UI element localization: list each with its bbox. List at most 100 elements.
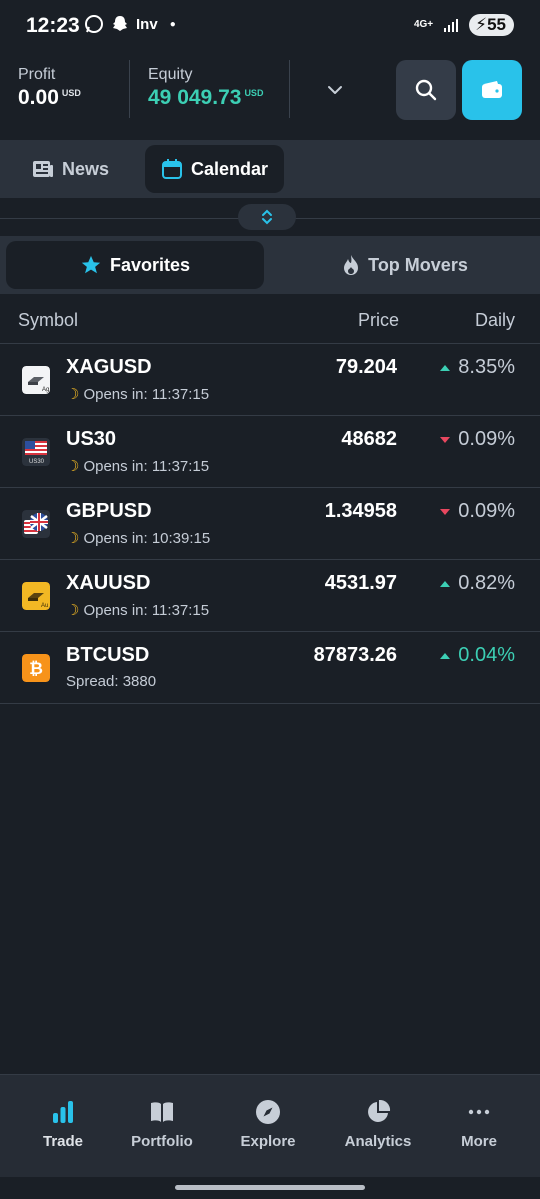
arrow-down-icon <box>440 436 451 443</box>
watchlist-filter-bar: Favorites Top Movers <box>0 236 540 294</box>
equity-unit: USD <box>244 88 264 98</box>
nav-explore-label: Explore <box>240 1133 296 1150</box>
daily-change: 0.82% <box>440 572 515 595</box>
tab-calendar[interactable]: Calendar <box>145 145 285 193</box>
svg-text:Ag: Ag <box>42 387 49 393</box>
uk-us-flag-icon <box>22 510 50 538</box>
wallet-button[interactable] <box>462 60 522 120</box>
whatsapp-icon <box>85 15 103 33</box>
equity-value: 49 049.73 USD <box>148 86 263 110</box>
notification-icons: Inv ● <box>84 14 176 34</box>
svg-text:₿: ₿ <box>29 659 43 679</box>
symbol-name: XAUUSD <box>66 572 151 594</box>
symbol-name: GBPUSD <box>66 500 152 522</box>
book-icon <box>151 1102 173 1122</box>
table-header: Symbol Price Daily <box>0 296 540 344</box>
column-header-daily[interactable]: Daily <box>475 310 515 331</box>
svg-text:Au: Au <box>41 603 48 609</box>
nav-trade-label: Trade <box>42 1133 84 1150</box>
notification-label: Inv <box>136 15 158 33</box>
gold-bar-icon: Au <box>22 582 50 610</box>
profit-block: Profit 0.00 USD <box>18 66 81 110</box>
price-value: 87873.26 <box>313 644 397 666</box>
arrow-up-icon <box>440 580 451 587</box>
content-segment-bar: News Calendar <box>0 140 540 198</box>
timer-text: Opens in: 11:37:15 <box>83 602 210 619</box>
market-open-timer: ☽ Opens in: 11:37:15 <box>66 385 209 403</box>
account-expand-button[interactable] <box>318 76 352 104</box>
signal-icon <box>444 19 459 32</box>
column-header-symbol[interactable]: Symbol <box>18 310 78 331</box>
timer-text: Opens in: 11:37:15 <box>83 458 210 475</box>
status-bar: 12:23 Inv ● 4G+ ⚡55 <box>0 0 540 52</box>
moon-icon: ☽ <box>66 458 80 475</box>
svg-text:US30: US30 <box>29 459 45 465</box>
tab-news[interactable]: News <box>16 145 125 193</box>
collapse-handle[interactable] <box>238 204 296 230</box>
battery-indicator: ⚡55 <box>469 14 514 36</box>
bottom-navigation: Trade Portfolio Explore Analytics More <box>0 1074 540 1177</box>
daily-change-value: 0.09% <box>458 428 515 450</box>
tab-news-label: News <box>62 158 110 179</box>
price-value: 4531.97 <box>324 572 397 594</box>
flame-icon <box>344 255 359 275</box>
equity-amount: 49 049.73 <box>148 86 242 109</box>
market-open-timer: ☽ Opens in: 11:37:15 <box>66 457 209 475</box>
dot-icon: ● <box>169 18 176 30</box>
calendar-icon <box>162 159 182 179</box>
nav-trade[interactable]: Trade <box>13 1099 113 1150</box>
expand-collapse-icon <box>262 209 272 225</box>
tab-favorites[interactable]: Favorites <box>6 241 264 289</box>
timer-text: Opens in: 11:37:15 <box>83 386 210 403</box>
table-row[interactable]: US30 US30 ☽ Opens in: 11:37:15 48682 0.09… <box>0 416 540 488</box>
divider <box>129 60 130 118</box>
table-row[interactable]: GBPUSD ☽ Opens in: 10:39:15 1.34958 0.09% <box>0 488 540 560</box>
status-time: 12:23 <box>26 14 80 37</box>
table-row[interactable]: Au XAUUSD ☽ Opens in: 11:37:15 4531.97 0.… <box>0 560 540 632</box>
tab-top-movers-label: Top Movers <box>368 254 468 275</box>
nav-explore[interactable]: Explore <box>218 1099 318 1150</box>
bitcoin-icon: ₿ <box>22 654 50 682</box>
network-label: 4G+ <box>413 19 434 30</box>
symbol-name: XAGUSD <box>66 356 152 378</box>
account-header: Profit 0.00 USD Equity 49 049.73 USD <box>0 52 540 140</box>
profit-unit: USD <box>61 88 81 98</box>
tab-top-movers[interactable]: Top Movers <box>276 241 534 289</box>
wallet-icon <box>482 81 502 98</box>
nav-more[interactable]: More <box>429 1099 529 1150</box>
silver-bar-icon: Ag <box>22 366 50 394</box>
nav-analytics-label: Analytics <box>344 1133 412 1150</box>
timer-text: Opens in: 10:39:15 <box>83 530 211 547</box>
pie-chart-icon <box>368 1099 391 1122</box>
arrow-down-icon <box>440 508 451 515</box>
daily-change: 0.09% <box>440 500 515 523</box>
equity-label: Equity <box>148 66 193 83</box>
moon-icon: ☽ <box>66 602 80 619</box>
status-right: 4G+ ⚡55 <box>414 14 514 36</box>
home-indicator[interactable] <box>175 1185 365 1190</box>
tab-calendar-label: Calendar <box>191 158 269 179</box>
daily-change: 0.04% <box>440 644 515 667</box>
column-header-price[interactable]: Price <box>358 310 399 331</box>
price-value: 79.204 <box>335 356 397 378</box>
system-gesture-bar <box>0 1177 540 1199</box>
nav-analytics[interactable]: Analytics <box>328 1099 428 1150</box>
symbol-name: BTCUSD <box>66 644 150 666</box>
moon-icon: ☽ <box>66 386 80 403</box>
price-value: 48682 <box>341 428 397 450</box>
spread-info: Spread: 3880 <box>66 673 157 690</box>
search-button[interactable] <box>396 60 456 120</box>
moon-icon: ☽ <box>66 530 80 547</box>
nav-portfolio[interactable]: Portfolio <box>112 1099 212 1150</box>
equity-block: Equity 49 049.73 USD <box>148 66 263 110</box>
compass-icon <box>256 1100 280 1124</box>
profit-value: 0.00 USD <box>18 86 81 110</box>
daily-change-value: 8.35% <box>458 356 515 378</box>
table-row[interactable]: ₿ BTCUSD Spread: 3880 87873.26 0.04% <box>0 632 540 704</box>
arrow-up-icon <box>440 652 451 659</box>
table-row[interactable]: Ag XAGUSD ☽ Opens in: 11:37:15 79.204 8.3… <box>0 344 540 416</box>
arrow-up-icon <box>440 364 451 371</box>
snapchat-icon <box>113 16 127 31</box>
daily-change-value: 0.09% <box>458 500 515 522</box>
divider <box>289 60 290 118</box>
